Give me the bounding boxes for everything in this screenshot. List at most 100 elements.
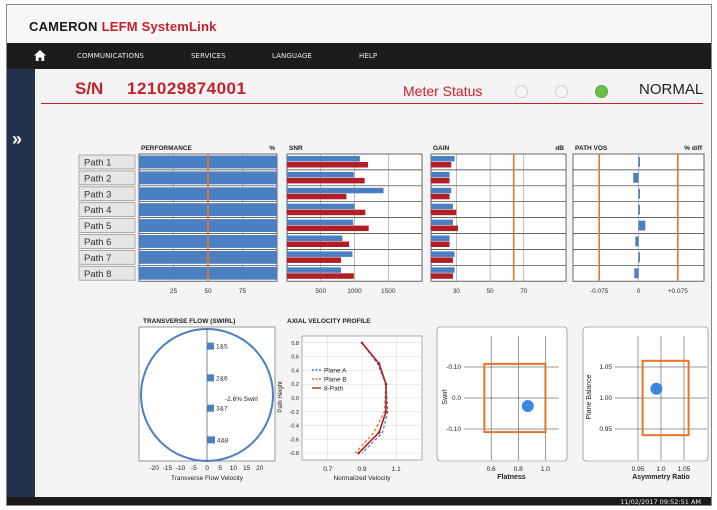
velocity-y-label: Path Height <box>278 381 284 413</box>
snr-bar-blue <box>287 251 353 257</box>
snr-bar-blue <box>287 156 360 162</box>
snr-bar-blue <box>287 171 354 178</box>
velocity-title: AXIAL VELOCITY PROFILE <box>287 318 371 325</box>
flatness-x-tick: 0.8 <box>514 466 523 473</box>
swirl-pair-label: 4&8 <box>217 437 229 444</box>
gain-bar-red <box>431 241 450 247</box>
gain-bar-red <box>431 209 457 216</box>
gain-chart-tick-label: 50 <box>486 288 494 295</box>
status-bar: 11/02/2017 09:52:51 AM <box>7 497 711 506</box>
performance-chart-tick-label: 25 <box>170 288 178 295</box>
performance-chart-tick-label: 75 <box>239 288 247 295</box>
swirl-x-label: Transverse Flow Velocity <box>171 475 244 482</box>
gain-bar-blue <box>431 267 455 273</box>
snr-chart-tick-label: 500 <box>315 288 326 295</box>
swirl-x-tick: 15 <box>243 465 251 472</box>
asymmetry-y-tick: 0.95 <box>599 426 612 433</box>
vos-bar <box>638 204 640 215</box>
snr-bar-blue <box>287 235 343 241</box>
asymmetry-x-tick: 0.95 <box>632 466 645 473</box>
path-label: Path 8 <box>84 269 111 280</box>
flatness-x-tick: 1.0 <box>541 466 550 473</box>
vos-bar <box>638 188 640 199</box>
snr-chart-tick-label: 1500 <box>381 288 396 295</box>
flatness-point <box>521 400 534 413</box>
vos-bar <box>638 220 646 231</box>
swirl-title: TRANSVERSE FLOW (SWIRL) <box>143 318 235 325</box>
vos-chart-title: PATH VOS <box>575 145 608 152</box>
path-label: Path 3 <box>84 189 111 200</box>
swirl-x-tick: -5 <box>191 465 197 472</box>
snr-chart-tick-label: 1000 <box>347 288 362 295</box>
velocity-x-label: Normalized Velocity <box>333 475 391 482</box>
gain-bar-blue <box>431 219 453 226</box>
gain-bar-red <box>431 257 453 263</box>
swirl-annotation: -2.6% Swirl <box>225 396 258 403</box>
vos-bar <box>638 157 640 167</box>
snr-chart-title: SNR <box>289 145 303 152</box>
flatness-y-tick: -0.10 <box>446 426 461 433</box>
path-label: Path 2 <box>84 173 111 184</box>
velocity-y-tick: 0.2 <box>291 382 299 388</box>
gain-bar-blue <box>431 251 455 257</box>
swirl-bar <box>207 374 214 382</box>
swirl-bar <box>207 342 214 350</box>
snr-bar-blue <box>287 203 355 210</box>
timestamp: 11/02/2017 09:52:51 AM <box>620 498 701 506</box>
flatness-y-tick: 0.0 <box>452 395 461 402</box>
gain-chart-unit: dB <box>555 145 564 152</box>
velocity-legend-label: Plane A <box>324 368 347 375</box>
swirl-x-tick: 0 <box>205 465 209 472</box>
velocity-point <box>377 431 381 434</box>
gain-bar-red <box>431 193 450 200</box>
swirl-bar <box>207 404 214 412</box>
gain-chart-title: GAIN <box>433 145 450 152</box>
swirl-bar <box>207 436 215 444</box>
gain-bar-blue <box>431 235 450 241</box>
path-label: Path 1 <box>84 158 111 169</box>
vos-bar <box>633 172 639 183</box>
snr-bar-red <box>287 257 341 263</box>
velocity-point <box>360 341 364 345</box>
snr-bar-red <box>287 225 369 232</box>
swirl-x-tick: 10 <box>230 465 238 472</box>
swirl-x-tick: -20 <box>149 465 159 472</box>
swirl-pair-label: 2&6 <box>216 375 228 382</box>
vos-chart-tick-label: 0 <box>637 288 641 295</box>
velocity-point <box>384 410 388 414</box>
gain-bar-blue <box>431 156 455 162</box>
vos-bar <box>638 252 640 263</box>
velocity-legend-label: Plane B <box>324 377 347 384</box>
vos-chart-unit: % diff <box>684 145 703 152</box>
app-window: CAMERON LEFM SystemLink COMMUNICATIONS SE… <box>6 4 712 506</box>
gain-bar-blue <box>431 171 450 178</box>
gain-bar-blue <box>431 187 452 194</box>
flatness-frame <box>436 326 568 462</box>
snr-bar-red <box>287 241 350 247</box>
swirl-x-tick: 20 <box>256 465 264 472</box>
flatness-x-tick: 0.6 <box>487 466 496 473</box>
gain-bar-red <box>431 225 458 232</box>
path-label: Path 7 <box>84 253 111 264</box>
gain-chart-tick-label: 70 <box>520 288 528 295</box>
snr-bar-red <box>287 193 347 200</box>
velocity-x-tick: 1.1 <box>392 466 401 473</box>
performance-chart-title: PERFORMANCE <box>141 145 193 152</box>
velocity-x-tick: 0.7 <box>323 466 332 473</box>
velocity-y-tick: 0.8 <box>291 341 299 347</box>
snr-bar-red <box>287 177 365 184</box>
asymmetry-y-tick: 1.00 <box>599 395 612 402</box>
gain-chart-tick-label: 30 <box>453 288 461 295</box>
asymmetry-point <box>650 382 663 395</box>
gain-bar-red <box>431 273 453 279</box>
performance-chart-tick-label: 50 <box>204 288 212 295</box>
velocity-x-tick: 0.9 <box>357 466 366 473</box>
asymmetry-x-tick: 1.05 <box>678 466 691 473</box>
vos-chart-tick-label: -0.075 <box>590 288 609 295</box>
asymmetry-y-tick: 1.05 <box>599 364 612 371</box>
gain-bar-red <box>431 177 450 184</box>
velocity-legend-label: 8-Path <box>324 386 344 393</box>
snr-bar-blue <box>287 219 354 226</box>
velocity-point <box>384 382 388 386</box>
velocity-point <box>357 451 360 455</box>
